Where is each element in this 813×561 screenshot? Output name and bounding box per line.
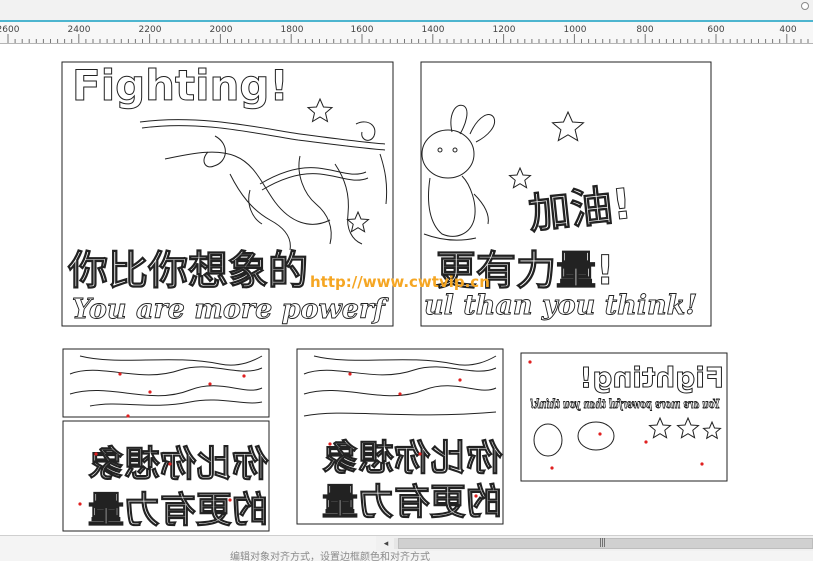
star-icon [346,210,370,233]
slogan-cn-left: 你比你想象的 [67,248,308,294]
ruler-label: 1000 [563,25,587,35]
status-hint: 编辑对象对齐方式，设置边框颜色和对齐方式 [230,552,430,561]
window-top-strip [0,0,813,22]
bunny-illustration [421,104,496,241]
cut-piece-b[interactable]: 你比你想象 的更有力量 [296,348,504,525]
mirrored-en: You are more powerful than you think! [530,397,720,411]
status-bar: 编辑对象对齐方式，设置边框颜色和对齐方式 [0,551,813,561]
scroll-left-icon[interactable]: ◂ [380,538,392,550]
star-icon [551,110,585,142]
scrollbar-left-area [0,536,376,552]
ruler-label: 800 [636,25,654,35]
horizontal-ruler[interactable]: 2600 2400 2200 2000 1800 1600 1400 1200 … [0,22,813,44]
watermark-text: http://www.cwtvip.cn [310,273,490,291]
drawing-canvas[interactable]: Fighting! 你比你想象的 You are more powerf 加油!… [0,44,813,535]
ruler-label: 1600 [350,25,374,35]
star-icon [306,97,334,123]
ruler-label: 400 [779,25,797,35]
ruler-label: 1400 [421,25,445,35]
ruler-label: 1800 [280,25,304,35]
ruler-label: 1200 [492,25,516,35]
mirrored-cn-2: 的更有力量 [88,490,268,531]
scroll-grip-icon: ||| [599,538,606,548]
star-icon [508,166,532,189]
piece-b-shapes [303,355,497,417]
ruler-label: 2600 [0,25,20,35]
ruler-label: 2000 [209,25,233,35]
ruler-label: 600 [707,25,725,35]
mirrored-cn-1: 你比你想象 [88,444,269,485]
artwork: Fighting! 你比你想象的 You are more powerf 加油!… [61,61,728,532]
registration-markers [78,372,246,506]
mirrored-cn-2-b: 的更有力量 [322,482,502,523]
scroll-thumb[interactable]: ||| [398,538,813,549]
ruler-ticks [7,34,809,43]
piece-a-shapes [69,355,263,407]
cut-piece-c[interactable]: Fighting! You are more powerful than you… [520,352,728,482]
horizontal-scrollbar[interactable]: ◂ ||| [0,535,813,552]
ruler-label: 2400 [67,25,91,35]
mirrored-cn-1-b: 你比你想象 [322,438,503,479]
slogan-en-right: ul than you think! [424,290,697,321]
poster-title: Fighting! [72,61,289,110]
ruler-label: 2200 [138,25,162,35]
slogan-en-left: You are more powerf [72,294,389,325]
branch-illustration [139,119,388,251]
cut-piece-a[interactable]: 你比你想象 的更有力量 [62,348,270,532]
mirrored-title: Fighting! [580,361,724,394]
window-control-icon[interactable] [801,2,809,10]
jiayou-text: 加油! [526,179,634,239]
piece-c-stars [533,416,722,457]
